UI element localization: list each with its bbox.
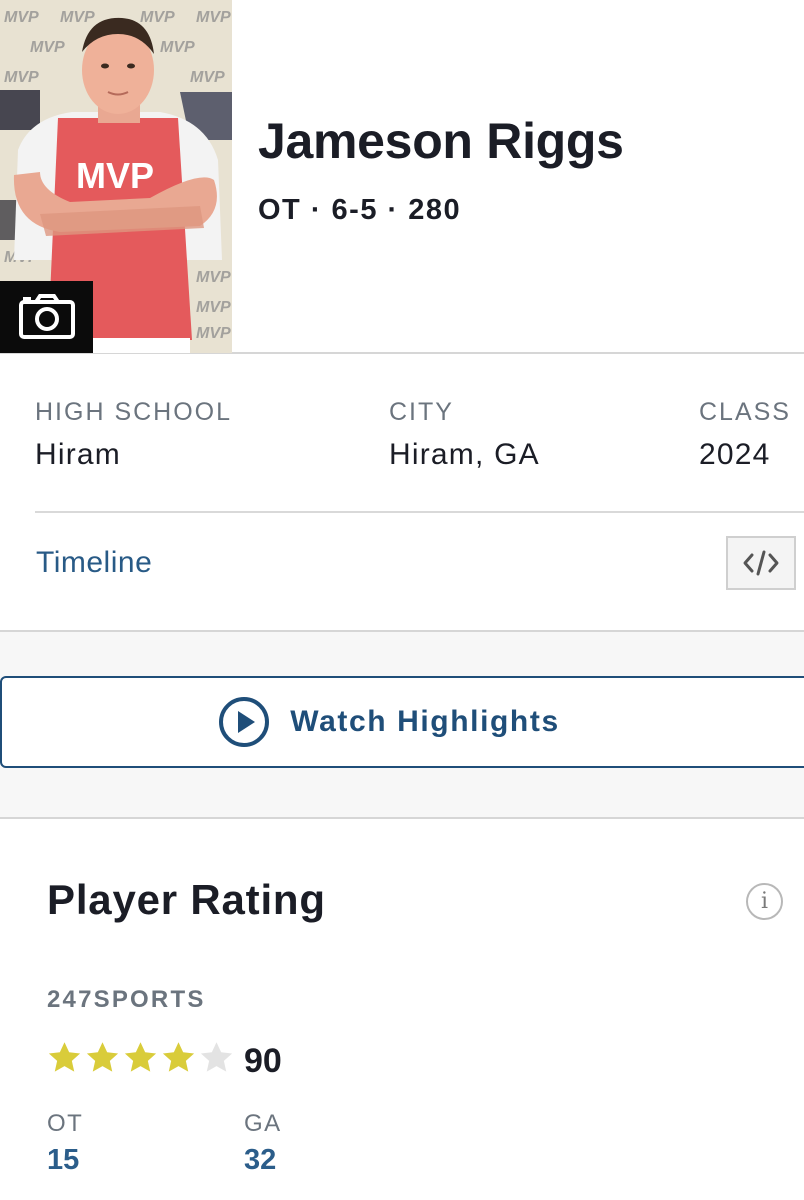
star-icon-3 — [124, 1042, 157, 1072]
position-rank-label: OT — [47, 1110, 84, 1137]
timeline-link[interactable]: Timeline — [36, 546, 152, 580]
star-icon-2 — [86, 1042, 119, 1072]
info-divider — [35, 511, 804, 513]
info-icon[interactable]: i — [746, 883, 783, 920]
svg-text:MVP: MVP — [190, 69, 225, 86]
state-rank-value[interactable]: 32 — [244, 1144, 276, 1177]
embed-button[interactable] — [726, 536, 796, 590]
star-icon-1 — [48, 1042, 81, 1072]
svg-text:MVP: MVP — [196, 269, 231, 286]
svg-text:MVP: MVP — [30, 39, 65, 56]
play-circle-icon — [219, 697, 270, 747]
star-icon-5 — [200, 1042, 233, 1072]
rating-score: 90 — [244, 1042, 282, 1080]
position-rank-value[interactable]: 15 — [47, 1144, 79, 1177]
state-rank-label: GA — [244, 1110, 282, 1137]
svg-text:MVP: MVP — [196, 299, 231, 316]
code-embed-icon — [743, 550, 779, 576]
class-value: 2024 — [699, 438, 771, 471]
watch-highlights-label: Watch Highlights — [290, 705, 560, 738]
svg-text:MVP: MVP — [196, 325, 231, 342]
watch-highlights-button[interactable]: Watch Highlights — [0, 676, 804, 768]
camera-icon — [18, 294, 75, 339]
player-position-size: OT · 6-5 · 280 — [258, 194, 462, 226]
player-name: Jameson Riggs — [258, 113, 624, 169]
svg-text:MVP: MVP — [160, 39, 195, 56]
city-label: CITY — [389, 398, 454, 426]
svg-text:MVP: MVP — [4, 69, 39, 86]
high-school-label: HIGH SCHOOL — [35, 398, 233, 426]
player-rating-title: Player Rating — [47, 876, 326, 923]
camera-button[interactable] — [0, 281, 93, 353]
svg-text:MVP: MVP — [4, 9, 39, 26]
svg-text:MVP: MVP — [76, 155, 154, 196]
player-header: MVP MVP MVP MVP MVP MVP MVP MVP MVP MVP … — [0, 0, 804, 354]
city-value: Hiram, GA — [389, 438, 540, 471]
player-photo[interactable]: MVP MVP MVP MVP MVP MVP MVP MVP MVP MVP … — [0, 0, 232, 353]
star-rating — [46, 1040, 235, 1076]
high-school-value: Hiram — [35, 438, 121, 471]
svg-text:MVP: MVP — [196, 9, 231, 26]
svg-text:MVP: MVP — [60, 9, 95, 26]
star-icon-4 — [162, 1042, 195, 1072]
rating-source: 247SPORTS — [47, 986, 206, 1013]
class-label: CLASS — [699, 398, 791, 426]
svg-text:MVP: MVP — [140, 9, 175, 26]
